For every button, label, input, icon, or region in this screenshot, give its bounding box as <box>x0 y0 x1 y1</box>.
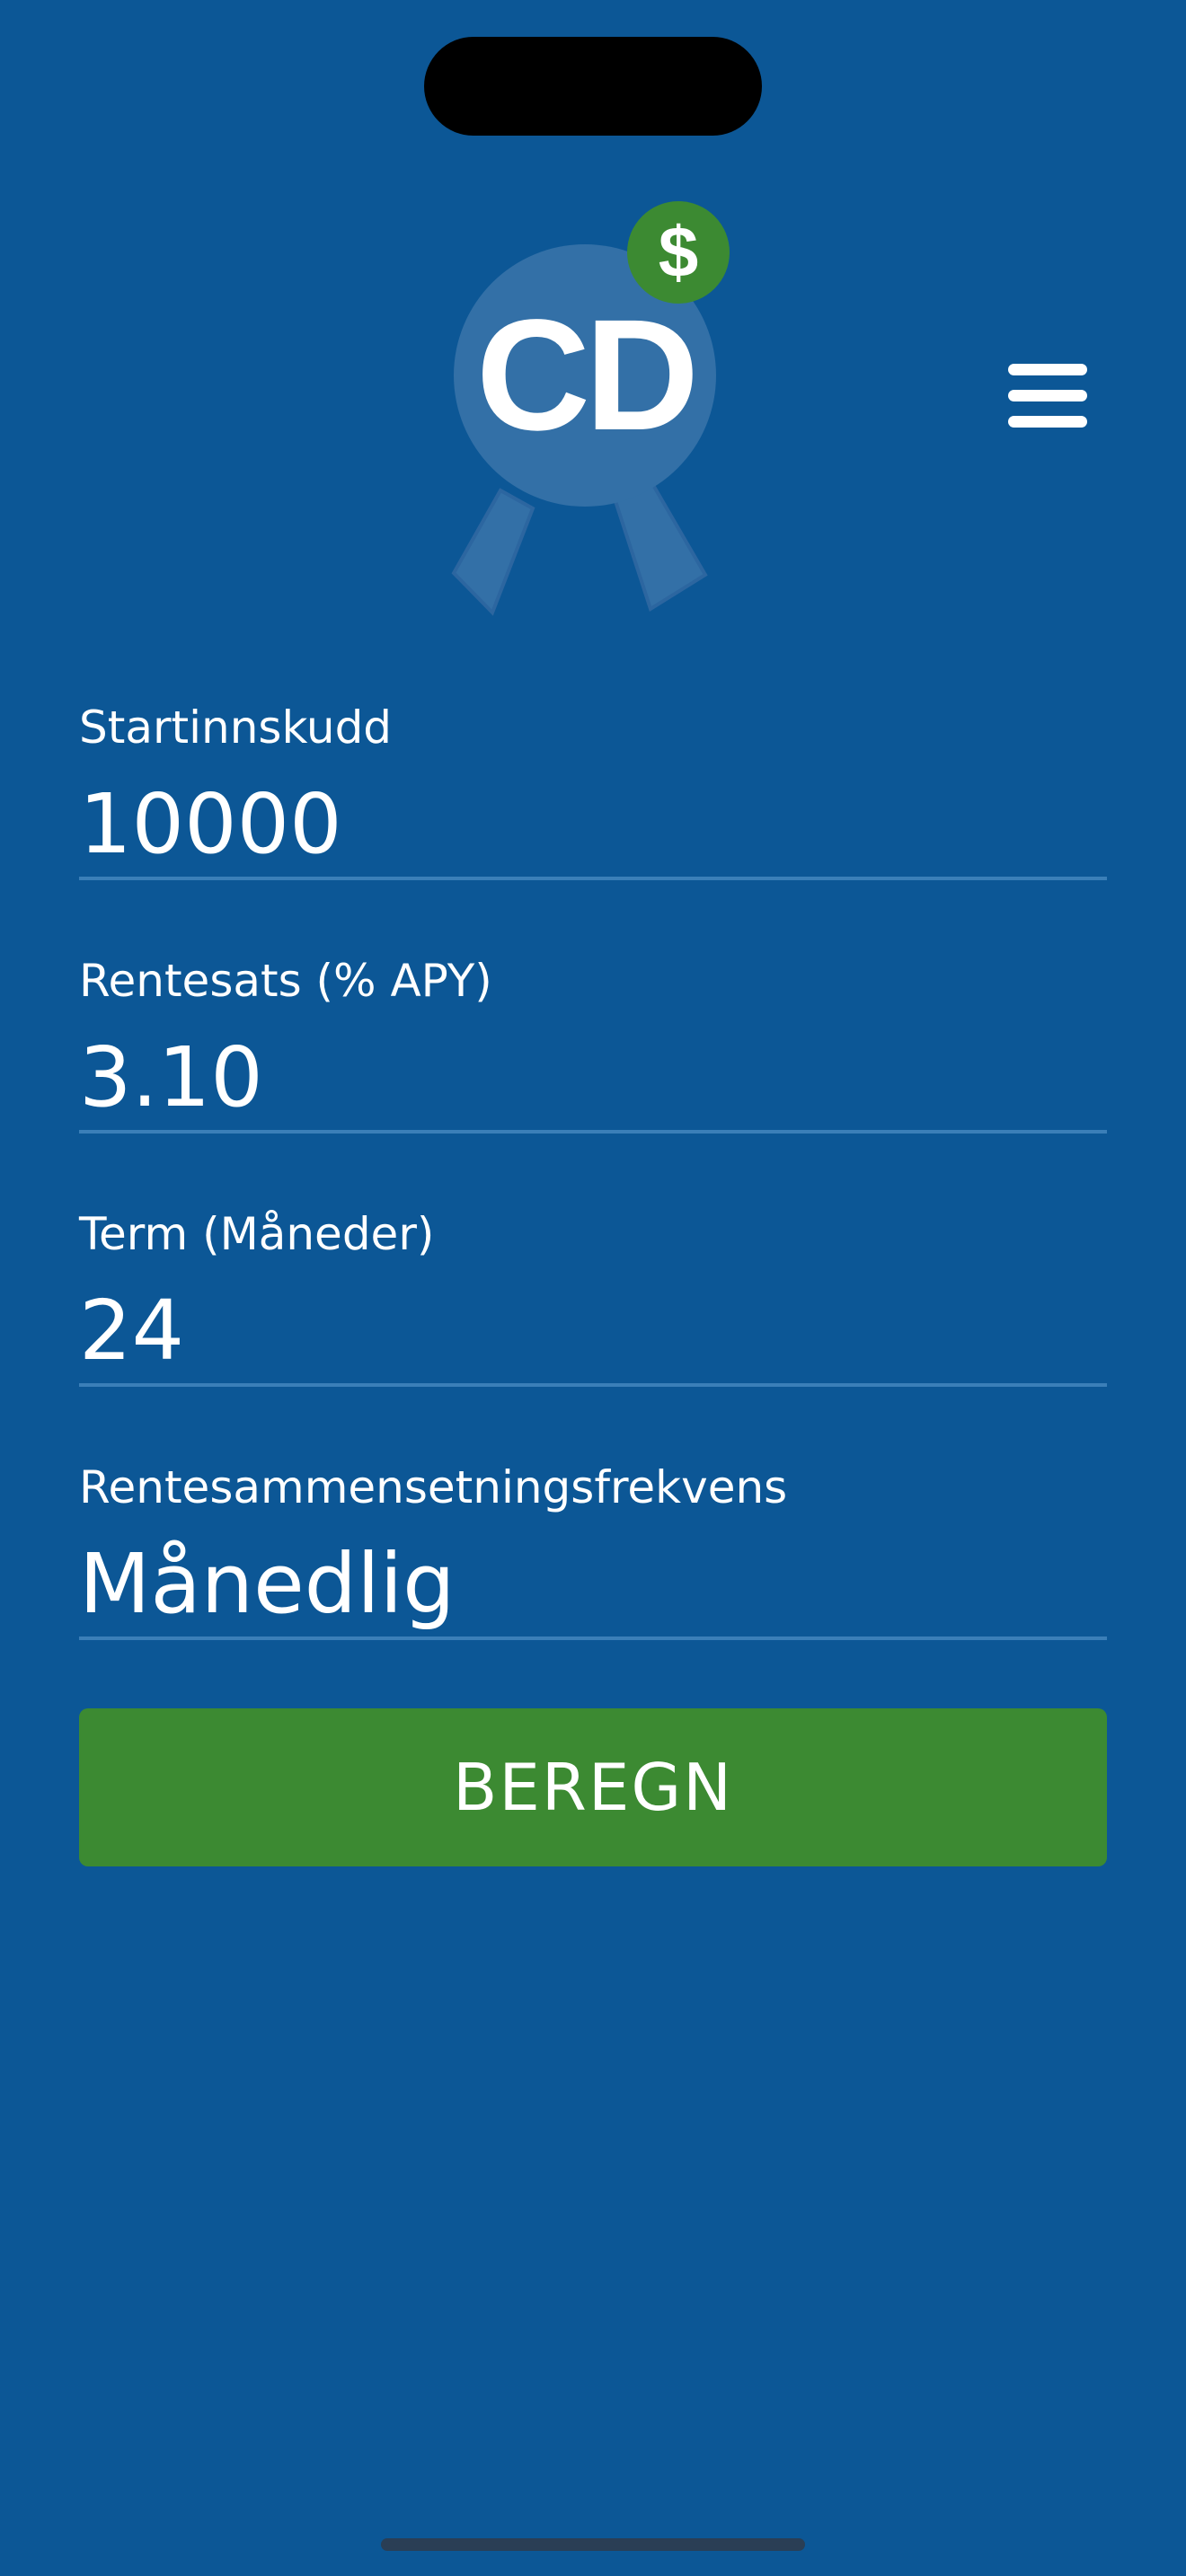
compounding-frequency-field[interactable]: Rentesammensetningsfrekvens Månedlig <box>79 1460 1107 1649</box>
initial-deposit-field[interactable]: Startinnskudd 10000 <box>79 701 1107 889</box>
interest-rate-input[interactable]: 3.10 <box>79 1024 1107 1132</box>
field-underline <box>79 1636 1107 1640</box>
term-label: Term (Måneder) <box>79 1208 435 1260</box>
dynamic-island <box>424 37 762 136</box>
field-underline <box>79 1383 1107 1387</box>
dollar-badge: $ <box>627 201 730 304</box>
menu-bar-top <box>1008 364 1087 375</box>
compounding-frequency-label: Rentesammensetningsfrekvens <box>79 1461 788 1513</box>
field-underline <box>79 877 1107 880</box>
app-screen: CD $ Startinnskudd 10000 Rentesats (% AP… <box>0 0 1186 2576</box>
home-indicator[interactable] <box>381 2538 805 2551</box>
compounding-frequency-select[interactable]: Månedlig <box>79 1531 1107 1638</box>
menu-bar-bottom <box>1008 416 1087 428</box>
initial-deposit-input[interactable]: 10000 <box>79 771 1107 878</box>
initial-deposit-label: Startinnskudd <box>79 701 393 754</box>
interest-rate-label: Rentesats (% APY) <box>79 955 492 1007</box>
term-field[interactable]: Term (Måneder) 24 <box>79 1207 1107 1396</box>
hamburger-menu-icon[interactable] <box>997 356 1098 437</box>
interest-rate-field[interactable]: Rentesats (% APY) 3.10 <box>79 954 1107 1142</box>
app-logo: CD $ <box>440 198 746 629</box>
field-underline <box>79 1130 1107 1134</box>
term-input[interactable]: 24 <box>79 1277 1107 1385</box>
calculate-button[interactable]: BEREGN <box>79 1708 1107 1866</box>
logo-text: CD <box>475 287 699 463</box>
menu-bar-middle <box>1008 390 1087 401</box>
